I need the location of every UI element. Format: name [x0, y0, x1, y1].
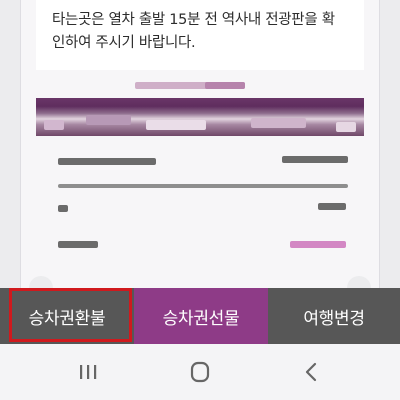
- blurred-text: [146, 120, 206, 130]
- trip-change-label: 여행변경: [303, 308, 365, 329]
- ticket-action-bar: 승차권환불 승차권선물 여행변경: [0, 288, 400, 344]
- system-navigation-bar: [0, 344, 400, 400]
- home-icon[interactable]: [185, 360, 215, 384]
- blurred-text: [251, 118, 306, 128]
- back-icon[interactable]: [296, 360, 326, 384]
- ticket-gift-button[interactable]: 승차권선물: [134, 288, 268, 344]
- recent-apps-icon[interactable]: [73, 360, 103, 384]
- blurred-ticket-header: [36, 98, 364, 136]
- platform-notice: 타는곳은 열차 출발 15분 전 역사내 전광판을 확 인하여 주시기 바랍니다…: [36, 0, 364, 70]
- notice-line-1: 타는곳은 열차 출발 15분 전 역사내 전광판을 확: [52, 12, 335, 28]
- notice-line-2: 인하여 주시기 바랍니다.: [52, 35, 196, 51]
- blurred-ticket-info-accent: [205, 82, 245, 89]
- ticket-gift-label: 승차권선물: [162, 308, 240, 329]
- blurred-row-label: [58, 158, 156, 165]
- blurred-row-label: [58, 241, 98, 248]
- divider: [58, 184, 348, 188]
- trip-change-button[interactable]: 여행변경: [268, 288, 400, 344]
- blurred-text: [44, 120, 64, 130]
- ticket-refund-label: 승차권환불: [28, 308, 106, 329]
- blurred-text: [86, 115, 131, 125]
- blurred-text: [336, 122, 356, 132]
- blurred-row-value: [282, 156, 348, 163]
- blurred-row-value: [290, 241, 346, 248]
- blurred-row-label: [58, 205, 68, 212]
- ticket-refund-button[interactable]: 승차권환불: [0, 288, 134, 344]
- blurred-row-value: [318, 203, 346, 210]
